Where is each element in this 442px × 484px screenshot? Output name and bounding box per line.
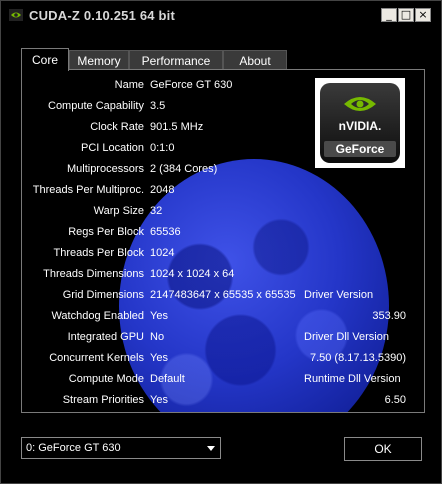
regs-per-block-value: 65536 <box>150 226 181 238</box>
minimize-icon: _ <box>386 8 392 21</box>
threads-per-block-value: 1024 <box>150 247 175 259</box>
ok-button[interactable]: OK <box>344 437 422 461</box>
compute-mode-label: Compute Mode <box>68 373 144 385</box>
core-panel: nVIDIA. GeForce Name GeForce GT 630 Comp… <box>21 69 425 413</box>
pci-location-label: PCI Location <box>81 142 144 154</box>
row-regs-per-block: Regs Per Block 65536 <box>22 222 424 242</box>
row-grid-dimensions: Grid Dimensions 2147483647 x 65535 x 655… <box>22 285 424 305</box>
app-window: CUDA-Z 0.10.251 64 bit _ □ × Core Memory… <box>0 0 442 484</box>
chevron-down-icon[interactable] <box>207 446 215 451</box>
name-label: Name <box>114 79 144 91</box>
clock-rate-label: Clock Rate <box>90 121 144 133</box>
row-warp-size: Warp Size 32 <box>22 201 424 221</box>
integrated-gpu-label: Integrated GPU <box>67 331 144 343</box>
watchdog-enabled-label: Watchdog Enabled <box>51 310 144 322</box>
maximize-icon: □ <box>400 8 412 21</box>
app-icon <box>9 9 23 21</box>
integrated-gpu-value: No <box>150 331 165 343</box>
close-button[interactable]: × <box>415 8 431 22</box>
driver-dll-version-value: 7.50 (8.17.13.5390) <box>309 352 406 364</box>
row-compute-mode: Compute Mode Default Runtime Dll Version <box>22 369 424 389</box>
compute-mode-value: Default <box>150 373 185 385</box>
driver-dll-version-label: Driver Dll Version <box>304 331 389 343</box>
grid-dimensions-label: Grid Dimensions <box>62 289 144 301</box>
row-compute-capability: Compute Capability 3.5 <box>22 96 424 116</box>
row-threads-per-multiproc: Threads Per Multiproc. 2048 <box>22 180 424 200</box>
stream-priorities-value: Yes <box>150 394 168 406</box>
title-bar[interactable]: CUDA-Z 0.10.251 64 bit _ □ × <box>1 1 441 31</box>
driver-version-label: Driver Version <box>304 289 374 301</box>
threads-per-block-label: Threads Per Block <box>53 247 144 259</box>
driver-version-value: 353.90 <box>372 310 406 322</box>
row-concurrent-kernels: Concurrent Kernels Yes 7.50 (8.17.13.539… <box>22 348 424 368</box>
device-select[interactable]: 0: GeForce GT 630 <box>21 437 221 459</box>
name-value: GeForce GT 630 <box>150 79 233 91</box>
tab-memory[interactable]: Memory <box>69 50 129 70</box>
pci-location-value: 0:1:0 <box>150 142 175 154</box>
close-icon: × <box>418 8 428 21</box>
row-clock-rate: Clock Rate 901.5 MHz <box>22 117 424 137</box>
regs-per-block-label: Regs Per Block <box>68 226 144 238</box>
tab-performance[interactable]: Performance <box>129 50 223 70</box>
concurrent-kernels-label: Concurrent Kernels <box>49 352 144 364</box>
row-name: Name GeForce GT 630 <box>22 75 424 95</box>
compute-capability-label: Compute Capability <box>48 100 144 112</box>
grid-dimensions-value: 2147483647 x 65535 x 65535 <box>150 289 296 301</box>
warp-size-value: 32 <box>150 205 163 217</box>
runtime-dll-version-value: 6.50 <box>384 394 406 406</box>
row-stream-priorities: Stream Priorities Yes 6.50 <box>22 390 424 410</box>
runtime-dll-version-label: Runtime Dll Version <box>304 373 401 385</box>
maximize-button[interactable]: □ <box>398 8 414 22</box>
threads-per-multiproc-label: Threads Per Multiproc. <box>32 184 144 196</box>
warp-size-label: Warp Size <box>93 205 144 217</box>
row-integrated-gpu: Integrated GPU No Driver Dll Version <box>22 327 424 347</box>
window-title: CUDA-Z 0.10.251 64 bit <box>29 8 176 23</box>
clock-rate-value: 901.5 MHz <box>150 121 204 133</box>
row-threads-dimensions: Threads Dimensions 1024 x 1024 x 64 <box>22 264 424 284</box>
compute-capability-value: 3.5 <box>150 100 166 112</box>
row-threads-per-block: Threads Per Block 1024 <box>22 243 424 263</box>
threads-per-multiproc-value: 2048 <box>150 184 175 196</box>
multiprocessors-value: 2 (384 Cores) <box>150 163 218 175</box>
stream-priorities-label: Stream Priorities <box>62 394 144 406</box>
threads-dimensions-label: Threads Dimensions <box>43 268 144 280</box>
row-pci-location: PCI Location 0:1:0 <box>22 138 424 158</box>
threads-dimensions-value: 1024 x 1024 x 64 <box>150 268 235 280</box>
device-select-value: 0: GeForce GT 630 <box>26 442 121 454</box>
tab-core[interactable]: Core <box>21 48 69 71</box>
minimize-button[interactable]: _ <box>381 8 397 22</box>
concurrent-kernels-value: Yes <box>150 352 168 364</box>
tab-about[interactable]: About <box>223 50 287 70</box>
row-multiprocessors: Multiprocessors 2 (384 Cores) <box>22 159 424 179</box>
multiprocessors-label: Multiprocessors <box>66 163 144 175</box>
watchdog-enabled-value: Yes <box>150 310 168 322</box>
row-watchdog-enabled: Watchdog Enabled Yes 353.90 <box>22 306 424 326</box>
